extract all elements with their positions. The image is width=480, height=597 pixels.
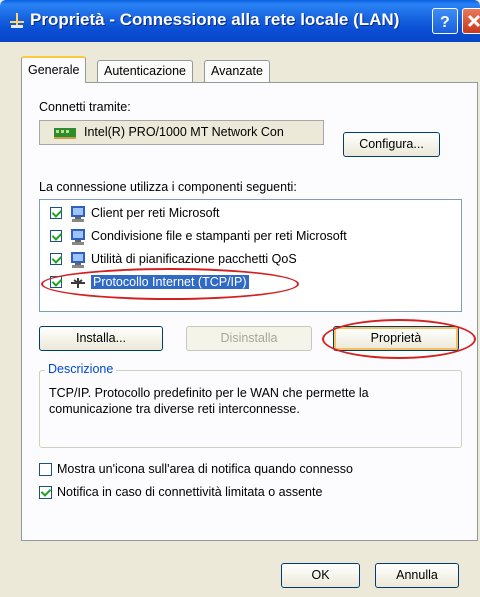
notify-limited-label: Notifica in caso di connettività limitat… [57,485,323,499]
adapter-name: Intel(R) PRO/1000 MT Network Con [84,125,284,139]
tab-autenticazione-label: Autenticazione [104,64,187,78]
show-icon-checkbox[interactable] [39,463,52,476]
component-checkbox[interactable] [50,230,62,242]
window-title: Proprietà - Connessione alla rete locale… [30,10,400,29]
highlight-annotation [41,268,299,300]
qos-scheduler-icon [71,252,85,268]
ok-button[interactable]: OK [281,563,360,588]
highlight-annotation [322,319,476,359]
close-icon [467,14,480,28]
components-label: La connessione utilizza i componenti seg… [39,180,297,194]
component-label: Utilità di pianificazione pacchetti QoS [91,252,297,266]
help-button[interactable]: ? [432,8,458,34]
properties-window: Proprietà - Connessione alla rete locale… [0,0,480,597]
description-legend: Descrizione [45,362,117,376]
show-icon-label: Mostra un'icona sull'area di notifica qu… [57,462,353,476]
network-adapter-icon [54,128,76,139]
cancel-button[interactable]: Annulla [375,563,459,588]
connect-via-label: Connetti tramite: [39,100,131,114]
close-button[interactable] [462,8,480,34]
notify-limited-checkbox[interactable] [39,486,52,499]
component-label: Client per reti Microsoft [91,206,220,220]
configure-button[interactable]: Configura... [343,132,440,157]
adapter-field: Intel(R) PRO/1000 MT Network Con [39,120,324,145]
tab-avanzate-label: Avanzate [211,64,263,78]
tab-avanzate[interactable]: Avanzate [204,60,270,82]
component-checkbox[interactable] [50,253,62,265]
network-connection-icon [10,13,24,28]
description-text: TCP/IP. Protocollo predefinito per le WA… [49,386,369,416]
file-printer-sharing-icon [71,229,85,245]
network-client-icon [71,206,85,222]
tab-generale-label: Generale [28,63,80,77]
component-checkbox[interactable] [50,207,62,219]
tab-autenticazione[interactable]: Autenticazione [97,60,194,82]
title-bar[interactable]: Proprietà - Connessione alla rete locale… [0,0,480,42]
tab-generale[interactable]: Generale [21,56,87,83]
question-mark-icon: ? [440,14,450,30]
uninstall-button[interactable]: Disinstalla [186,326,312,351]
svg-text:?: ? [440,14,450,30]
component-label: Condivisione file e stampanti per reti M… [91,229,347,243]
install-button[interactable]: Installa... [39,326,163,351]
